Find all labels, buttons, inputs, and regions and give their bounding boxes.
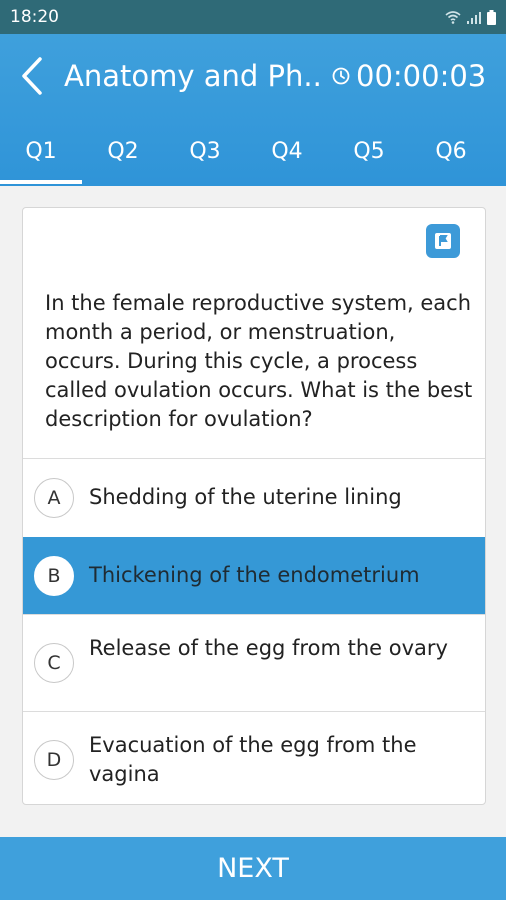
option-letter: B	[34, 556, 74, 596]
title-row: Anatomy and Ph... 00:00:03	[0, 34, 506, 118]
quiz-title: Anatomy and Ph...	[64, 59, 322, 93]
option-b[interactable]: B Thickening of the endometrium	[23, 537, 485, 614]
option-c[interactable]: C Release of the egg from the ovary	[23, 614, 485, 711]
option-d[interactable]: D Evacuation of the egg from the vagina	[23, 711, 485, 804]
status-icons	[445, 9, 496, 25]
wifi-icon	[445, 10, 461, 24]
flag-icon	[435, 233, 451, 249]
tab-q5[interactable]: Q5	[328, 118, 410, 184]
tab-q6[interactable]: Q6	[410, 118, 492, 184]
option-letter: A	[34, 478, 74, 518]
status-bar: 18:20	[0, 0, 506, 34]
app-header: Anatomy and Ph... 00:00:03 Q1 Q2 Q3 Q4 Q…	[0, 34, 506, 186]
option-text: Thickening of the endometrium	[89, 563, 420, 587]
status-time: 18:20	[10, 7, 59, 27]
question-card: In the female reproductive system, each …	[22, 207, 486, 805]
timer-value: 00:00:03	[356, 59, 487, 93]
question-text: In the female reproductive system, each …	[45, 291, 473, 431]
option-text: Release of the egg from the ovary	[89, 636, 448, 660]
option-text: Evacuation of the egg from the vagina	[89, 733, 417, 786]
option-letter: D	[34, 740, 74, 780]
option-text: Shedding of the uterine lining	[89, 485, 402, 509]
chevron-left-icon	[22, 57, 42, 95]
tab-q3[interactable]: Q3	[164, 118, 246, 184]
signal-icon	[467, 11, 481, 24]
next-button[interactable]: NEXT	[0, 837, 506, 900]
tab-q4[interactable]: Q4	[246, 118, 328, 184]
option-a[interactable]: A Shedding of the uterine lining	[23, 458, 485, 537]
question-tabs: Q1 Q2 Q3 Q4 Q5 Q6	[0, 118, 506, 184]
tab-q2[interactable]: Q2	[82, 118, 164, 184]
clock-icon	[332, 67, 350, 85]
back-button[interactable]	[0, 34, 64, 118]
battery-icon	[487, 9, 496, 25]
tab-q1[interactable]: Q1	[0, 118, 82, 184]
flag-button[interactable]	[426, 224, 460, 258]
option-letter: C	[34, 643, 74, 683]
timer: 00:00:03	[332, 59, 486, 93]
